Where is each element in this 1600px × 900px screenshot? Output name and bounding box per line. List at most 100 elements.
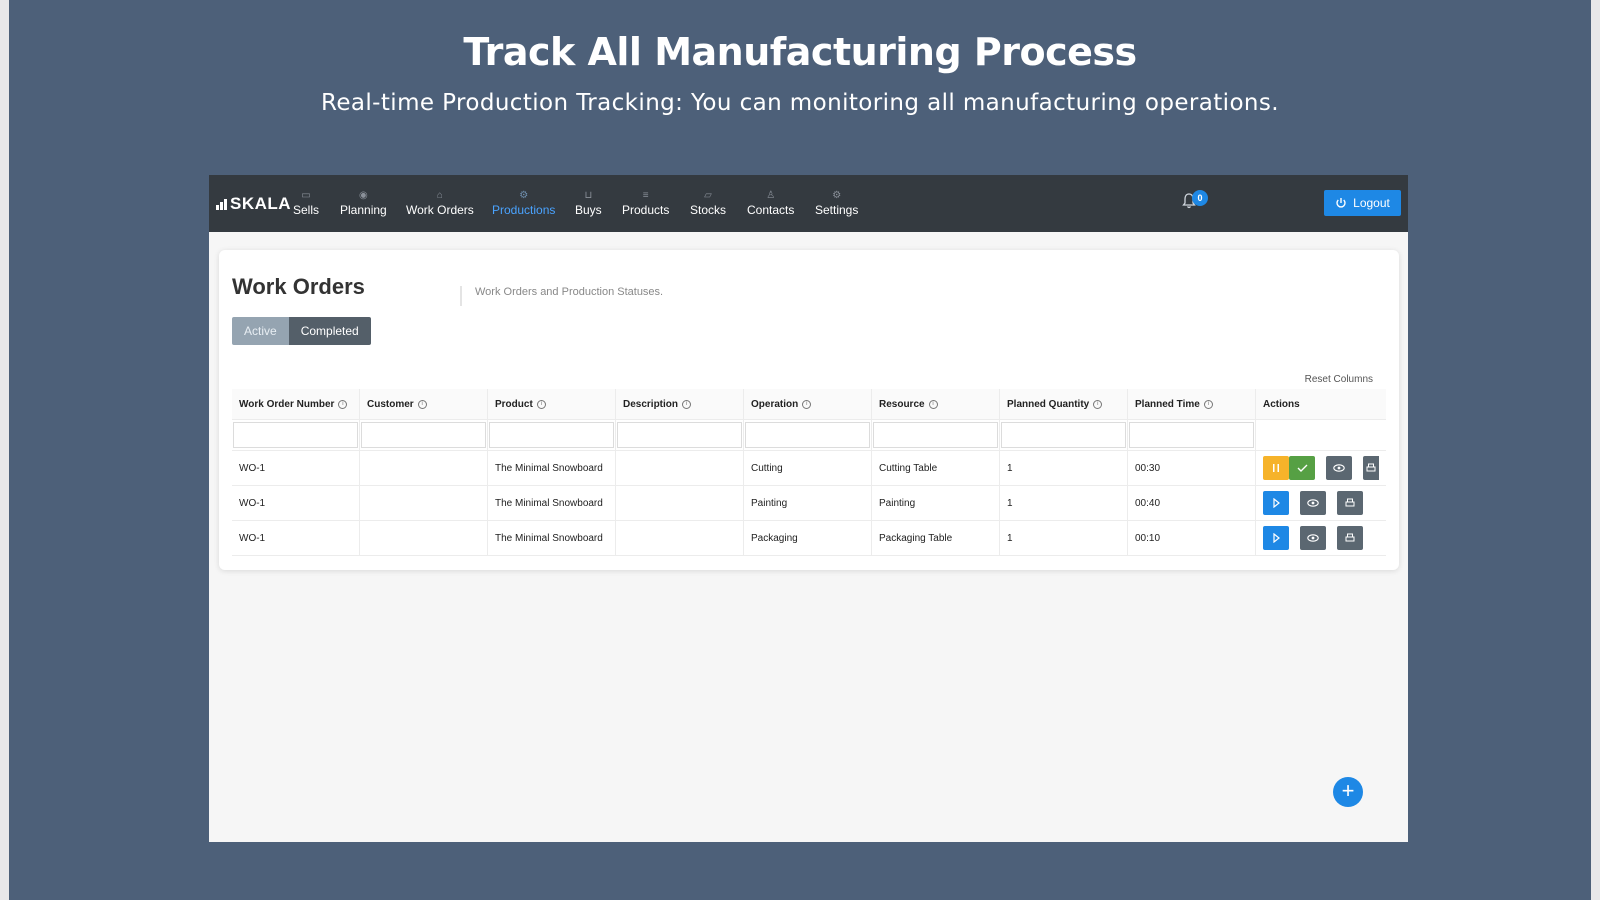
cell-work-order: WO-1 bbox=[232, 521, 360, 555]
nav-item-sells[interactable]: ▭ Sells bbox=[293, 189, 319, 217]
column-header[interactable]: Description i bbox=[616, 389, 744, 419]
logo[interactable]: SKALA bbox=[216, 194, 291, 214]
info-icon: i bbox=[802, 399, 812, 409]
filter-row bbox=[232, 420, 1386, 451]
cell-quantity: 1 bbox=[1000, 486, 1128, 520]
nav-item-products[interactable]: ≡ Products bbox=[622, 189, 669, 217]
top-navbar: SKALA ▭ Sells ◉ Planning ⌂ Work Orders ⚙… bbox=[209, 175, 1408, 232]
cell-operation: Cutting bbox=[744, 451, 872, 485]
filter-input-work-order[interactable] bbox=[233, 422, 358, 448]
filter-input-quantity[interactable] bbox=[1001, 422, 1126, 448]
cell-description bbox=[616, 451, 744, 485]
cell-time: 00:10 bbox=[1128, 521, 1256, 555]
view-button[interactable] bbox=[1300, 491, 1326, 515]
work-orders-table: Work Order Number i Customer i Product i De… bbox=[232, 389, 1386, 556]
tab-active[interactable]: Active bbox=[232, 317, 289, 345]
nav-item-settings[interactable]: ⚙ Settings bbox=[815, 189, 858, 217]
filter-input-product[interactable] bbox=[489, 422, 614, 448]
cell-actions bbox=[1256, 451, 1386, 485]
info-icon: i bbox=[682, 399, 692, 409]
filter-input-resource[interactable] bbox=[873, 422, 998, 448]
reset-columns-link[interactable]: Reset Columns bbox=[1305, 374, 1373, 385]
page-description: Work Orders and Production Statuses. bbox=[475, 286, 664, 298]
nav-item-work-orders[interactable]: ⌂ Work Orders bbox=[406, 189, 474, 217]
column-header[interactable]: Operation i bbox=[744, 389, 872, 419]
cell-work-order: WO-1 bbox=[232, 486, 360, 520]
column-header[interactable]: Resource i bbox=[872, 389, 1000, 419]
filter-input-description[interactable] bbox=[617, 422, 742, 448]
column-header[interactable]: Planned Quantity i bbox=[1000, 389, 1128, 419]
eye-icon bbox=[1333, 464, 1345, 472]
cell-work-order: WO-1 bbox=[232, 451, 360, 485]
table-row: WO-1 The Minimal Snowboard Cutting Cutti… bbox=[232, 451, 1386, 486]
column-header-actions: Actions bbox=[1256, 389, 1386, 419]
folder-icon: ▱ bbox=[704, 190, 712, 201]
gear-icon: ⚙ bbox=[519, 190, 529, 201]
work-orders-card: Work Orders Work Orders and Production S… bbox=[219, 250, 1399, 570]
table-row: WO-1 The Minimal Snowboard Painting Pain… bbox=[232, 486, 1386, 521]
nav-item-contacts[interactable]: ♙ Contacts bbox=[747, 189, 794, 217]
pause-button[interactable] bbox=[1263, 456, 1289, 480]
view-button[interactable] bbox=[1326, 456, 1352, 480]
eye-icon bbox=[1307, 534, 1319, 542]
printer-icon bbox=[1366, 463, 1376, 472]
play-icon bbox=[1273, 498, 1280, 508]
tab-completed[interactable]: Completed bbox=[288, 317, 371, 345]
wallet-icon: ▭ bbox=[301, 190, 311, 201]
logo-text: SKALA bbox=[230, 194, 292, 213]
cell-product: The Minimal Snowboard bbox=[488, 451, 616, 485]
status-toggle: Active Completed bbox=[232, 317, 371, 345]
info-icon: i bbox=[338, 399, 348, 409]
cell-quantity: 1 bbox=[1000, 451, 1128, 485]
plus-icon: + bbox=[1341, 778, 1355, 803]
app-window: SKALA ▭ Sells ◉ Planning ⌂ Work Orders ⚙… bbox=[209, 175, 1408, 842]
filter-input-operation[interactable] bbox=[745, 422, 870, 448]
column-header[interactable]: Planned Time i bbox=[1128, 389, 1256, 419]
cell-operation: Packaging bbox=[744, 521, 872, 555]
column-header[interactable]: Customer i bbox=[360, 389, 488, 419]
settings-icon: ⚙ bbox=[832, 190, 842, 201]
page-title: Work Orders bbox=[232, 274, 365, 299]
background-stage: Track All Manufacturing Process Real-tim… bbox=[9, 0, 1591, 900]
cell-actions bbox=[1256, 486, 1386, 520]
print-button[interactable] bbox=[1337, 526, 1363, 550]
hero-title: Track All Manufacturing Process bbox=[463, 30, 1137, 74]
list-icon: ≡ bbox=[642, 190, 649, 201]
cart-icon: ⊔ bbox=[584, 190, 593, 201]
cell-time: 00:40 bbox=[1128, 486, 1256, 520]
table-row: WO-1 The Minimal Snowboard Packaging Pac… bbox=[232, 521, 1386, 556]
printer-icon bbox=[1345, 498, 1355, 507]
nav-item-stocks[interactable]: ▱ Stocks bbox=[690, 189, 726, 217]
print-button[interactable] bbox=[1337, 491, 1363, 515]
info-icon: i bbox=[536, 399, 546, 409]
column-header[interactable]: Work Order Number i bbox=[232, 389, 360, 419]
cell-resource: Packaging Table bbox=[872, 521, 1000, 555]
logo-bars-icon bbox=[216, 198, 227, 210]
add-button[interactable]: + bbox=[1333, 777, 1363, 807]
notification-badge: 0 bbox=[1192, 190, 1208, 206]
cell-operation: Painting bbox=[744, 486, 872, 520]
print-button[interactable] bbox=[1363, 456, 1379, 480]
hero-subtitle: Real-time Production Tracking: You can m… bbox=[320, 90, 1280, 116]
nav-item-productions[interactable]: ⚙ Productions bbox=[492, 189, 555, 217]
nav-item-buys[interactable]: ⊔ Buys bbox=[575, 189, 602, 217]
nav-item-planning[interactable]: ◉ Planning bbox=[340, 189, 387, 217]
start-button[interactable] bbox=[1263, 526, 1289, 550]
cell-product: The Minimal Snowboard bbox=[488, 486, 616, 520]
info-icon: i bbox=[417, 399, 427, 409]
cell-actions bbox=[1256, 521, 1386, 555]
complete-button[interactable] bbox=[1289, 456, 1315, 480]
logout-button[interactable]: Logout bbox=[1324, 190, 1401, 216]
filter-input-time[interactable] bbox=[1129, 422, 1254, 448]
start-button[interactable] bbox=[1263, 491, 1289, 515]
cell-customer bbox=[360, 451, 488, 485]
cell-customer bbox=[360, 521, 488, 555]
user-icon: ♙ bbox=[766, 190, 776, 201]
play-icon bbox=[1273, 533, 1280, 543]
printer-icon bbox=[1345, 533, 1355, 542]
info-icon: i bbox=[928, 399, 938, 409]
cell-product: The Minimal Snowboard bbox=[488, 521, 616, 555]
view-button[interactable] bbox=[1300, 526, 1326, 550]
column-header[interactable]: Product i bbox=[488, 389, 616, 419]
filter-input-customer[interactable] bbox=[361, 422, 486, 448]
